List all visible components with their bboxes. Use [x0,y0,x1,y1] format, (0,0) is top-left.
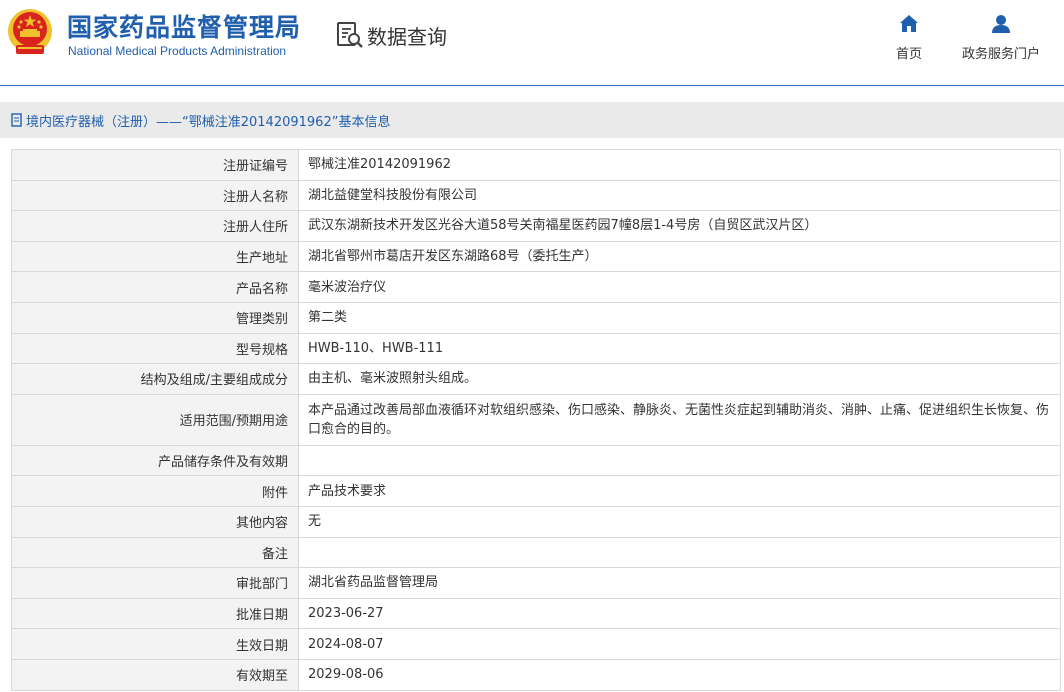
field-label: 生产地址 [11,240,299,273]
user-icon [992,15,1010,33]
field-label: 型号规格 [11,332,299,365]
field-label: 注册人名称 [11,179,299,212]
field-label: 适用范围/预期用途 [11,393,299,446]
field-label: 审批部门 [11,567,299,599]
national-emblem-icon [8,9,52,54]
document-icon [11,113,22,127]
field-value [298,536,1061,569]
table-row: 附件 产品技术要求 [11,475,1061,507]
table-row: 审批部门 湖北省药品监督管理局 [11,567,1061,599]
field-label: 注册证编号 [11,149,299,181]
data-query-link[interactable]: 数据查询 [336,18,447,52]
home-icon [900,15,918,32]
field-label: 产品储存条件及有效期 [11,444,299,477]
detail-table: 注册证编号 鄂械注准20142091962 注册人名称 湖北益健堂科技股份有限公司 … [11,149,1061,691]
field-value: 鄂械注准20142091962 [298,149,1061,181]
nav-home[interactable]: 首页 [888,13,930,62]
data-query-label: 数据查询 [367,24,447,49]
field-value: 湖北益健堂科技股份有限公司 [298,179,1061,212]
table-row: 结构及组成/主要组成成分 由主机、毫米波照射头组成。 [11,363,1061,395]
field-label: 附件 [11,475,299,507]
brand-title: 国家药品监督管理局 [67,13,302,42]
field-value: 毫米波治疗仪 [298,271,1061,303]
table-row: 管理类别 第二类 [11,301,1061,334]
table-row: 注册人名称 湖北益健堂科技股份有限公司 [11,179,1061,212]
table-row: 备注 [11,536,1061,569]
field-label: 产品名称 [11,271,299,303]
brand-subtitle: National Medical Products Administration [68,44,287,58]
field-value: 本产品通过改善局部血液循环对软组织感染、伤口感染、静脉炎、无菌性炎症起到辅助消炎… [298,393,1061,446]
table-row: 适用范围/预期用途 本产品通过改善局部血液循环对软组织感染、伤口感染、静脉炎、无菌… [11,393,1061,446]
field-value: HWB-110、HWB-111 [298,332,1061,365]
page-title-bar: 境内医疗器械（注册）——“鄂械注准20142091962”基本信息 [0,102,1064,138]
table-row: 批准日期 2023-06-27 [11,597,1061,630]
table-row: 产品名称 毫米波治疗仪 [11,271,1061,303]
table-row: 产品储存条件及有效期 [11,444,1061,477]
field-label: 注册人住所 [11,210,299,242]
table-row: 有效期至 2029-08-06 [11,658,1061,691]
field-label: 管理类别 [11,301,299,334]
table-row: 生效日期 2024-08-07 [11,628,1061,660]
nav-service-label: 政务服务门户 [961,47,1040,62]
field-label: 备注 [11,536,299,569]
field-value: 武汉东湖新技术开发区光谷大道58号关南福星医药园7幢8层1-4号房（自贸区武汉片… [298,210,1061,242]
field-label: 结构及组成/主要组成成分 [11,363,299,395]
field-value: 2024-08-07 [298,628,1061,660]
field-value: 无 [298,505,1061,538]
field-label: 其他内容 [11,505,299,538]
field-value: 第二类 [298,301,1061,334]
field-value: 湖北省鄂州市葛店开发区东湖路68号（委托生产） [298,240,1061,273]
field-value: 由主机、毫米波照射头组成。 [298,363,1061,395]
table-row: 注册证编号 鄂械注准20142091962 [11,149,1061,181]
table-row: 型号规格 HWB-110、HWB-111 [11,332,1061,365]
page-title: 境内医疗器械（注册）——“鄂械注准20142091962”基本信息 [26,114,391,130]
field-value: 2029-08-06 [298,658,1061,691]
table-row: 生产地址 湖北省鄂州市葛店开发区东湖路68号（委托生产） [11,240,1061,273]
nav-service-portal[interactable]: 政务服务门户 [956,13,1046,62]
field-label: 有效期至 [11,658,299,691]
site-header: 国家药品监督管理局 National Medical Products Admi… [0,0,1064,86]
nav-home-label: 首页 [895,47,922,62]
table-row: 其他内容无 [11,505,1061,538]
field-value: 产品技术要求 [298,475,1061,507]
field-value: 湖北省药品监督管理局 [298,567,1061,599]
data-search-icon [337,22,363,48]
field-label: 生效日期 [11,628,299,660]
field-value: 2023-06-27 [298,597,1061,630]
field-label: 批准日期 [11,597,299,630]
field-value [298,444,1061,477]
table-row: 注册人住所 武汉东湖新技术开发区光谷大道58号关南福星医药园7幢8层1-4号房（自… [11,210,1061,242]
